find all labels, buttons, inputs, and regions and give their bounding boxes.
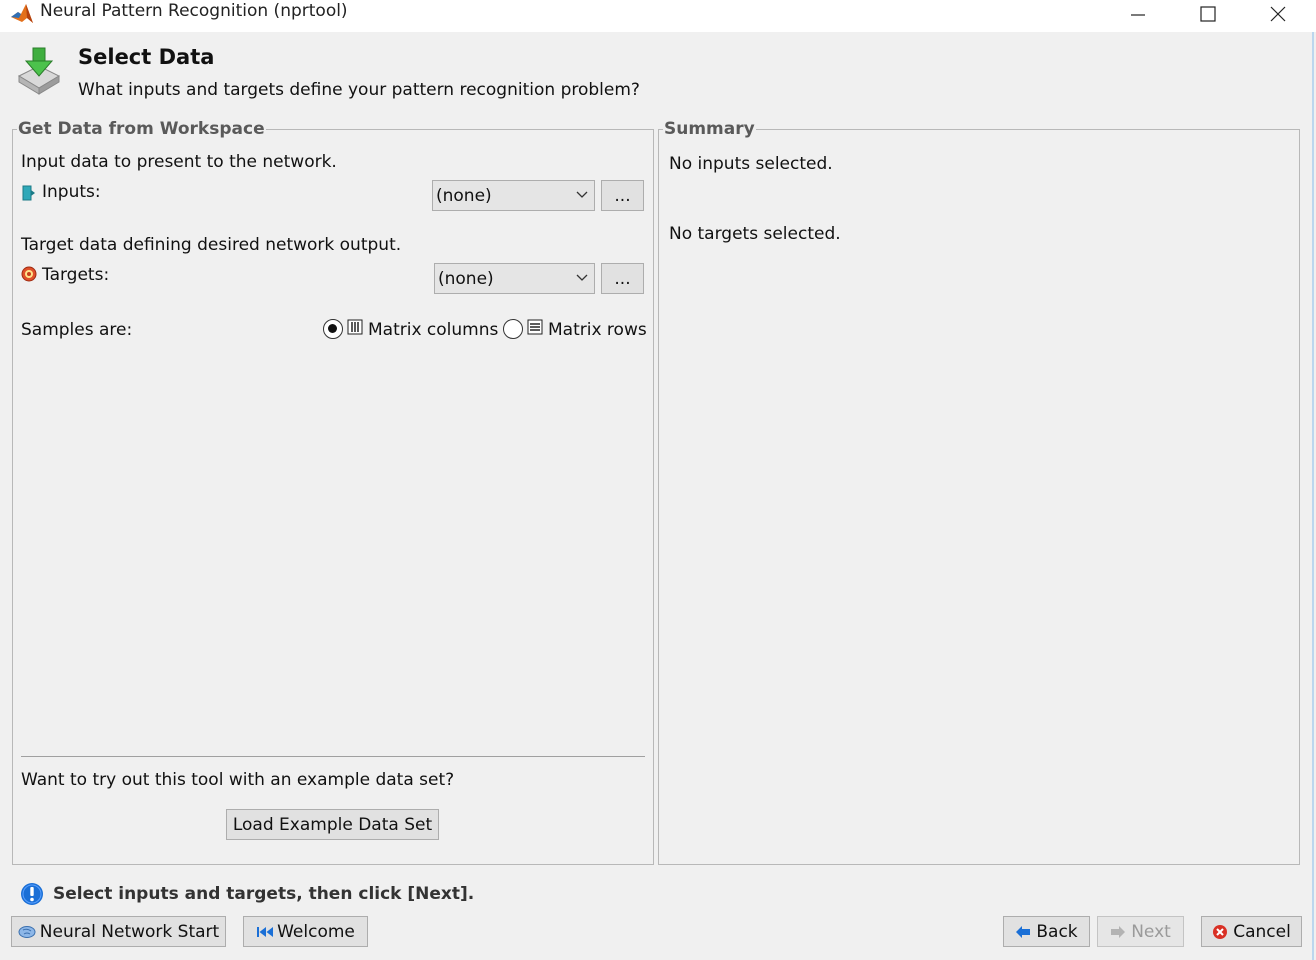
close-window-button[interactable] (1255, 0, 1301, 28)
targets-icon (21, 266, 37, 287)
chevron-down-icon (576, 191, 588, 198)
summary-panel: Summary No inputs selected. No targets s… (658, 119, 1300, 865)
targets-dropdown-value: (none) (438, 268, 494, 289)
welcome-label: Welcome (277, 921, 355, 942)
inputs-label: Inputs: (42, 182, 101, 202)
matrix-rows-icon (527, 319, 543, 340)
targets-status: No targets selected. (669, 224, 841, 244)
matrix-columns-radio[interactable] (323, 319, 343, 339)
matlab-logo-icon (10, 3, 34, 30)
welcome-button[interactable]: Welcome (243, 916, 368, 947)
inputs-description: Input data to present to the network. (21, 152, 337, 172)
status-message: Select inputs and targets, then click [N… (53, 884, 475, 904)
matrix-columns-label[interactable]: Matrix columns (368, 320, 498, 340)
title-bar: Neural Pattern Recognition (nprtool) (0, 0, 1316, 32)
workspace-panel: Get Data from Workspace Input data to pr… (12, 119, 654, 865)
targets-dropdown[interactable]: (none) (434, 263, 595, 294)
samples-label: Samples are: (21, 320, 133, 340)
workspace-panel-legend: Get Data from Workspace (17, 119, 266, 139)
main-window: Select Data What inputs and targets defi… (0, 32, 1314, 960)
matrix-rows-label[interactable]: Matrix rows (548, 320, 647, 340)
brain-icon (18, 925, 36, 938)
matrix-rows-radio[interactable] (503, 319, 523, 339)
minimize-button[interactable] (1115, 0, 1161, 28)
inputs-dropdown[interactable]: (none) (432, 180, 595, 211)
import-data-icon (16, 46, 62, 101)
next-button[interactable]: Next (1097, 916, 1184, 947)
info-icon (20, 882, 44, 911)
rewind-icon (257, 926, 274, 937)
inputs-dropdown-value: (none) (436, 185, 492, 206)
summary-panel-legend: Summary (663, 119, 756, 139)
targets-description: Target data defining desired network out… (21, 235, 402, 255)
page-title: Select Data (78, 45, 215, 69)
page-subtitle: What inputs and targets define your patt… (78, 80, 640, 100)
neural-network-start-button[interactable]: Neural Network Start (11, 916, 226, 947)
inputs-icon (22, 185, 36, 206)
inputs-status: No inputs selected. (669, 154, 833, 174)
targets-browse-button[interactable]: ... (601, 263, 644, 294)
window-title: Neural Pattern Recognition (nprtool) (40, 1, 348, 21)
back-button[interactable]: Back (1003, 916, 1090, 947)
maximize-button[interactable] (1185, 0, 1231, 28)
example-prompt: Want to try out this tool with an exampl… (21, 770, 455, 790)
matrix-columns-icon (347, 319, 363, 340)
minimize-icon (1131, 14, 1145, 16)
chevron-down-icon (576, 274, 588, 281)
next-label: Next (1131, 921, 1171, 942)
neural-network-start-label: Neural Network Start (39, 921, 220, 942)
cancel-label: Cancel (1233, 921, 1291, 942)
next-arrow-icon (1111, 925, 1126, 938)
load-example-button[interactable]: Load Example Data Set (226, 809, 439, 840)
targets-label: Targets: (42, 265, 110, 285)
panel-divider (21, 756, 645, 757)
cancel-icon (1213, 924, 1228, 939)
back-label: Back (1036, 921, 1078, 942)
inputs-browse-button[interactable]: ... (601, 180, 644, 211)
maximize-icon (1200, 6, 1216, 22)
back-arrow-icon (1016, 925, 1031, 938)
close-icon (1270, 6, 1286, 22)
cancel-button[interactable]: Cancel (1201, 916, 1302, 947)
